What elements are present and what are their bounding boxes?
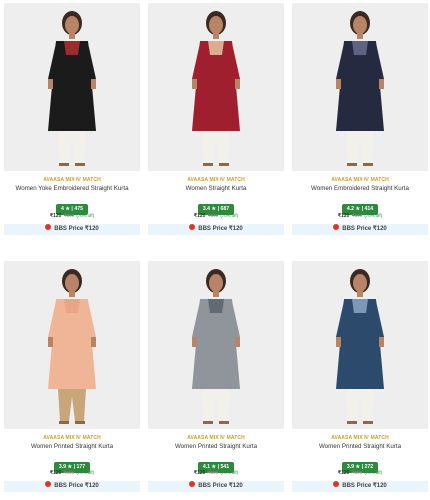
product-grid: AVAASA MIX N' MATCH Women Yoke Embroider…: [0, 0, 430, 500]
rating-container: 3.4 ★ | 687: [148, 197, 284, 215]
product-title[interactable]: Women Embroidered Straight Kurta: [292, 185, 428, 192]
product-image[interactable]: [4, 261, 140, 429]
price-discount: (70% off): [364, 470, 383, 475]
price-current: ₹120: [49, 470, 62, 476]
bbs-price-banner: BBS Price ₹120: [148, 481, 284, 492]
bbs-price-banner: BBS Price ₹120: [4, 224, 140, 235]
price-mrp: ₹699: [351, 213, 362, 218]
rating-container: 3.9 ★ | 177: [4, 455, 140, 473]
product-brand: AVAASA MIX N' MATCH: [43, 435, 101, 441]
bbs-badge-icon: [45, 224, 52, 231]
price-discount: (70% off): [76, 470, 95, 475]
product-brand: AVAASA MIX N' MATCH: [331, 435, 389, 441]
rating-container: 4.2 ★ | 414: [292, 197, 428, 215]
product-title[interactable]: Women Yoke Embroidered Straight Kurta: [4, 185, 140, 192]
product-price-row: ₹120 ₹599 (70% off): [148, 470, 284, 476]
product-price-row: ₹120 ₹499 (70% off): [4, 470, 140, 476]
rating-container: 3.9 ★ | 272: [292, 455, 428, 473]
product-brand: AVAASA MIX N' MATCH: [187, 177, 245, 183]
bbs-price-banner: BBS Price ₹120: [4, 481, 140, 492]
price-discount: (70% off): [220, 470, 239, 475]
rating-container: 4 ★ | 475: [4, 197, 140, 215]
bbs-price-label: BBS Price ₹120: [198, 483, 243, 489]
product-price-row: ₹120 ₹399 (70% off): [292, 470, 428, 476]
bbs-price-banner: BBS Price ₹120: [292, 224, 428, 235]
price-current: ₹120: [337, 470, 350, 476]
price-current: ₹120: [49, 213, 62, 219]
model-illustration: [292, 3, 428, 171]
price-discount: (70% off): [364, 213, 383, 218]
price-mrp: ₹399: [351, 470, 362, 475]
price-discount: (70% off): [76, 213, 95, 218]
product-title[interactable]: Women Straight Kurta: [148, 185, 284, 192]
model-illustration: [4, 261, 140, 429]
bbs-price-label: BBS Price ₹120: [54, 226, 99, 232]
model-illustration: [4, 3, 140, 171]
bbs-price-label: BBS Price ₹120: [54, 483, 99, 489]
bbs-price-label: BBS Price ₹120: [342, 483, 387, 489]
price-mrp: ₹599: [207, 213, 218, 218]
product-brand: AVAASA MIX N' MATCH: [43, 177, 101, 183]
bbs-price-banner: BBS Price ₹120: [148, 224, 284, 235]
price-current: ₹120: [193, 470, 206, 476]
product-price-row: ₹120 ₹899 (70% off): [4, 213, 140, 219]
bbs-price-label: BBS Price ₹120: [342, 226, 387, 232]
product-title[interactable]: Women Printed Straight Kurta: [4, 443, 140, 450]
product-image[interactable]: [148, 261, 284, 429]
product-price-row: ₹120 ₹599 (70% off): [148, 213, 284, 219]
model-illustration: [148, 261, 284, 429]
product-brand: AVAASA MIX N' MATCH: [187, 435, 245, 441]
product-image[interactable]: [292, 261, 428, 429]
bbs-badge-icon: [45, 481, 52, 488]
product-brand: AVAASA MIX N' MATCH: [331, 177, 389, 183]
bbs-badge-icon: [333, 481, 340, 488]
product-price-row: ₹120 ₹699 (70% off): [292, 213, 428, 219]
price-mrp: ₹499: [63, 470, 74, 475]
model-illustration: [148, 3, 284, 171]
price-discount: (70% off): [220, 213, 239, 218]
price-current: ₹120: [193, 213, 206, 219]
price-current: ₹120: [337, 213, 350, 219]
price-mrp: ₹899: [63, 213, 74, 218]
bbs-price-banner: BBS Price ₹120: [292, 481, 428, 492]
bbs-badge-icon: [333, 224, 340, 231]
bbs-badge-icon: [189, 224, 196, 231]
bbs-price-label: BBS Price ₹120: [198, 226, 243, 232]
rating-container: 4.1 ★ | 541: [148, 455, 284, 473]
product-image[interactable]: [292, 3, 428, 171]
price-mrp: ₹599: [207, 470, 218, 475]
model-illustration: [292, 261, 428, 429]
product-title[interactable]: Women Printed Straight Kurta: [292, 443, 428, 450]
product-image[interactable]: [148, 3, 284, 171]
product-image[interactable]: [4, 3, 140, 171]
product-title[interactable]: Women Printed Straight Kurta: [148, 443, 284, 450]
bbs-badge-icon: [189, 481, 196, 488]
